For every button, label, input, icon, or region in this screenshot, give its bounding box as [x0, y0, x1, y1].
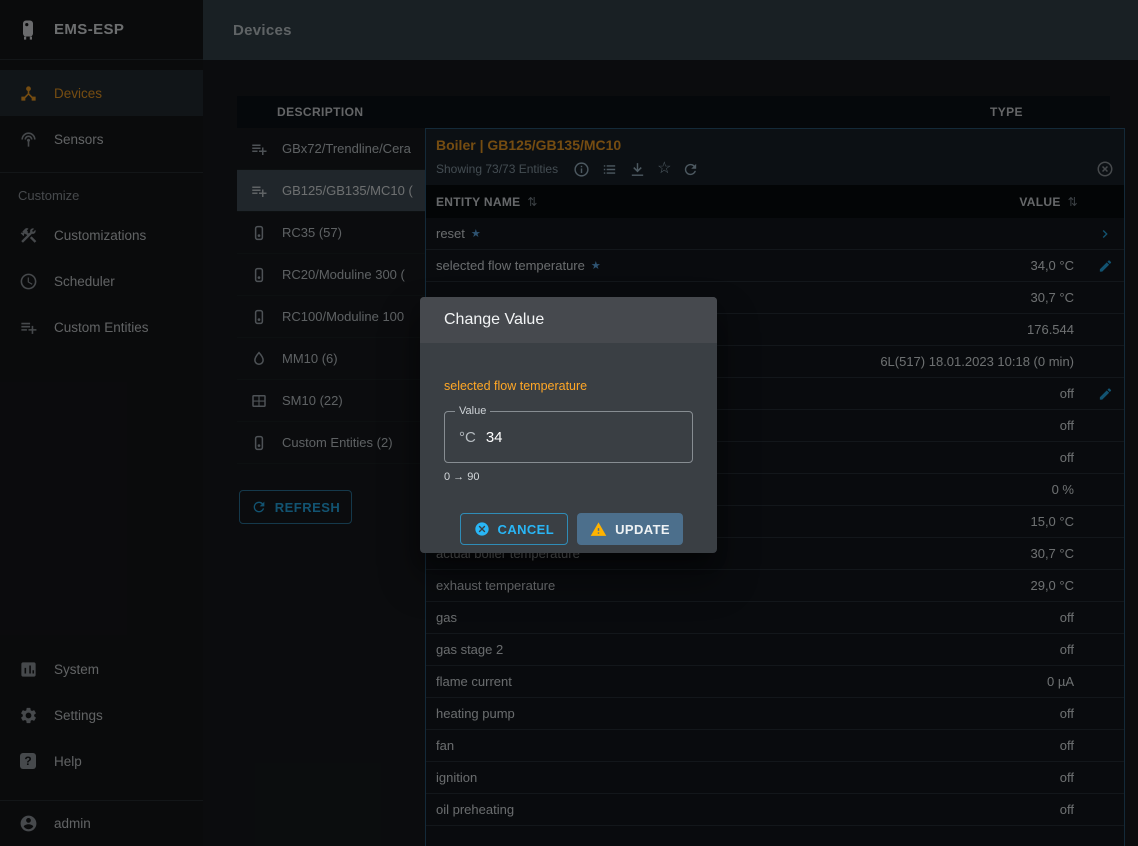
warning-icon — [590, 521, 607, 538]
unit-adornment: °C — [459, 429, 476, 446]
value-input[interactable]: Value °C 34 — [444, 411, 693, 463]
cancel-button-label: CANCEL — [498, 522, 555, 537]
update-button-label: UPDATE — [615, 522, 670, 537]
range-hint: 0 → 90 — [444, 471, 693, 483]
change-value-dialog: Change Value selected flow temperature V… — [420, 297, 717, 553]
ems-esp-app: EMS-ESP Devices Devices Sensors Customiz… — [0, 0, 1138, 846]
dialog-title: Change Value — [420, 297, 717, 343]
cancel-circle-icon — [474, 521, 490, 537]
value-input-text: 34 — [486, 429, 503, 446]
cancel-button[interactable]: CANCEL — [460, 513, 569, 545]
value-input-label: Value — [455, 405, 490, 417]
update-button[interactable]: UPDATE — [577, 513, 683, 545]
dialog-entity-label: selected flow temperature — [444, 379, 693, 393]
